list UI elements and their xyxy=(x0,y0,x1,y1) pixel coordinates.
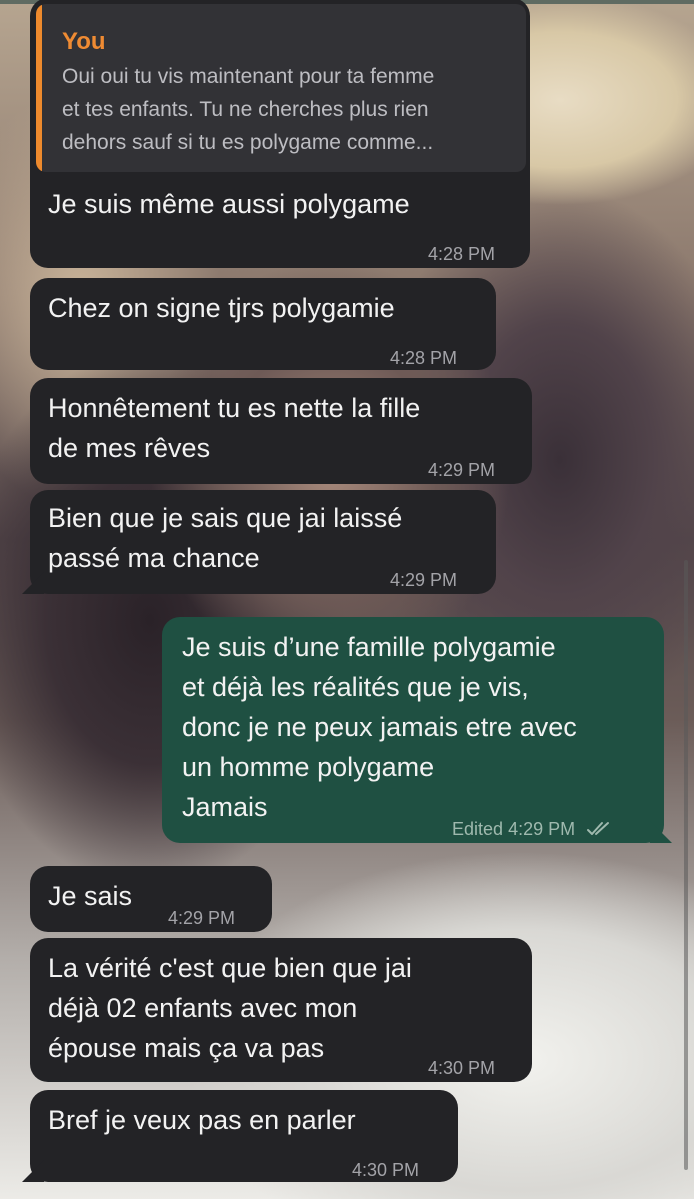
message-bubble-incoming[interactable]: La vérité c'est que bien que jai déjà 02… xyxy=(30,938,532,1082)
message-time: 4:30 PM xyxy=(352,1160,420,1180)
message-text: Bref je veux pas en parler xyxy=(48,1105,356,1135)
message-time: 4:29 PM xyxy=(428,460,496,480)
message-text: Je suis même aussi polygame xyxy=(48,189,410,219)
message-text: La vérité c'est que bien que jai déjà 02… xyxy=(48,953,412,1063)
edited-label: Edited xyxy=(452,819,504,839)
message-bubble-incoming[interactable]: Chez on signe tjrs polygamie 4:28 PM xyxy=(30,278,496,370)
message-text: Je suis d’une famille polygamie et déjà … xyxy=(182,632,577,822)
message-text: Bien que je sais que jai laissé passé ma… xyxy=(48,503,403,573)
message-bubble-incoming[interactable]: Bref je veux pas en parler 4:30 PM xyxy=(22,1090,458,1182)
message-time: 4:29 PM xyxy=(508,819,576,839)
reply-author: You xyxy=(62,28,106,55)
message-text: Je sais xyxy=(48,881,133,911)
message-time: 4:29 PM xyxy=(168,908,236,928)
scrollbar[interactable] xyxy=(684,560,688,1170)
reply-accent-bar xyxy=(36,4,42,172)
message-bubble-outgoing[interactable]: Je suis d’une famille polygamie et déjà … xyxy=(162,617,672,843)
double-check-icon xyxy=(586,811,614,851)
reply-text: Oui oui tu vis maintenant pour ta femme … xyxy=(62,65,435,154)
reply-quote[interactable]: You Oui oui tu vis maintenant pour ta fe… xyxy=(36,4,526,172)
message-time: 4:30 PM xyxy=(428,1058,496,1078)
message-bubble-incoming[interactable]: You Oui oui tu vis maintenant pour ta fe… xyxy=(30,0,530,268)
message-time: 4:28 PM xyxy=(428,244,496,264)
message-meta: Edited 4:29 PM xyxy=(452,809,614,851)
message-text: Honnêtement tu es nette la fille de mes … xyxy=(48,393,421,463)
message-bubble-incoming[interactable]: Bien que je sais que jai laissé passé ma… xyxy=(22,490,496,594)
message-time: 4:28 PM xyxy=(390,348,458,368)
message-text: Chez on signe tjrs polygamie xyxy=(48,293,395,323)
message-bubble-incoming[interactable]: Je sais 4:29 PM xyxy=(30,866,272,932)
message-bubble-incoming[interactable]: Honnêtement tu es nette la fille de mes … xyxy=(30,378,532,484)
message-time: 4:29 PM xyxy=(390,570,458,590)
